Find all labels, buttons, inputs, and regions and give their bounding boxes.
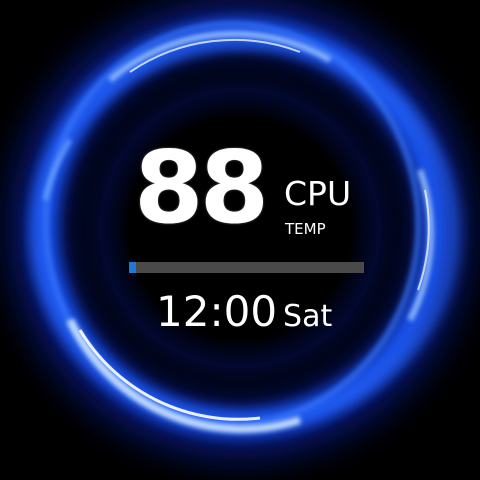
temp-label: TEMP (285, 220, 326, 238)
cpu-temp-widget: 88 CPU TEMP 12:00 Sat (0, 0, 480, 480)
clock-day: Sat (283, 299, 333, 334)
clock-row: 12:00 Sat (156, 286, 332, 343)
cpu-label: CPU (284, 174, 352, 213)
clock-time: 12:00 (156, 287, 278, 336)
temperature-progress-bar (129, 262, 364, 273)
temperature-value: 88 (134, 129, 269, 246)
temperature-progress-fill (129, 262, 136, 273)
